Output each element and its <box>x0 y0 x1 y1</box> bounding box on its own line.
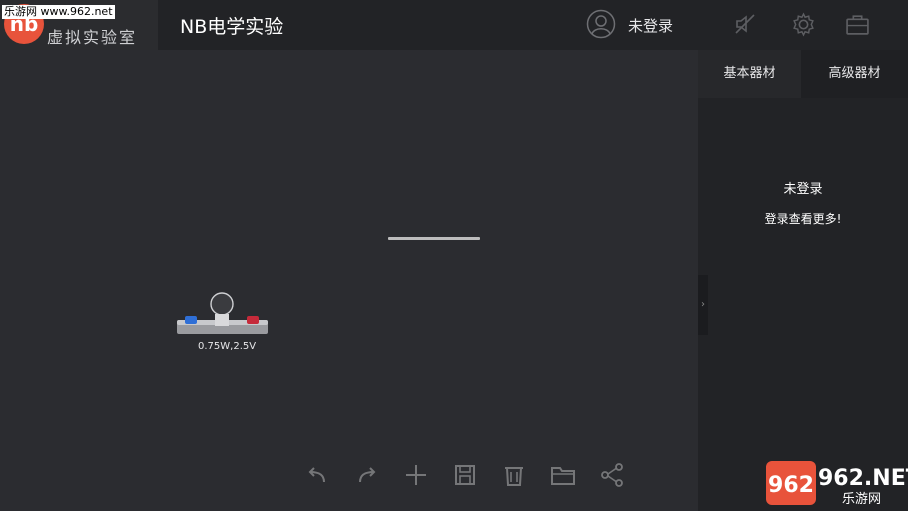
watermark-text: 乐游网 www.962.net <box>2 5 115 19</box>
panel-collapse-handle[interactable]: › <box>698 275 708 335</box>
site-brand-subtext: 乐游网 <box>842 492 882 507</box>
light-bulb-component[interactable] <box>175 290 270 340</box>
save-icon[interactable] <box>452 462 478 488</box>
panel-login-status: 未登录 <box>783 182 823 197</box>
tab-basic-equipment[interactable]: 基本器材 <box>698 50 801 98</box>
speaker-muted-icon[interactable] <box>733 12 757 36</box>
folder-icon[interactable] <box>550 462 576 488</box>
toolbox-icon[interactable] <box>845 12 870 37</box>
bottom-toolbar <box>300 458 630 494</box>
logo-chinese: 虚拟实验室 <box>47 28 138 47</box>
redo-icon[interactable] <box>354 462 380 488</box>
app-logo: nb BOOK 虚拟实验室 乐游网 www.962.net <box>0 0 158 50</box>
top-bar: nb BOOK 虚拟实验室 乐游网 www.962.net NB电学实验 未登录 <box>0 0 908 50</box>
trash-icon[interactable] <box>501 462 527 488</box>
gear-icon[interactable] <box>791 12 816 37</box>
share-icon[interactable] <box>599 462 625 488</box>
login-status-link[interactable]: 未登录 <box>628 15 673 36</box>
experiment-canvas[interactable] <box>0 50 698 511</box>
user-icon[interactable] <box>586 9 616 39</box>
app-title: NB电学实验 <box>180 16 284 38</box>
wire-component[interactable] <box>388 237 480 240</box>
bulb-spec-label: 0.75W,2.5V <box>198 341 257 352</box>
panel-login-prompt[interactable]: 登录查看更多! <box>698 210 908 227</box>
add-icon[interactable] <box>403 462 429 488</box>
equipment-panel: 基本器材 高级器材 未登录 登录查看更多! <box>698 50 908 511</box>
tab-advanced-equipment[interactable]: 高级器材 <box>801 50 908 98</box>
svg-text:962: 962 <box>768 473 814 498</box>
undo-icon[interactable] <box>304 462 330 488</box>
